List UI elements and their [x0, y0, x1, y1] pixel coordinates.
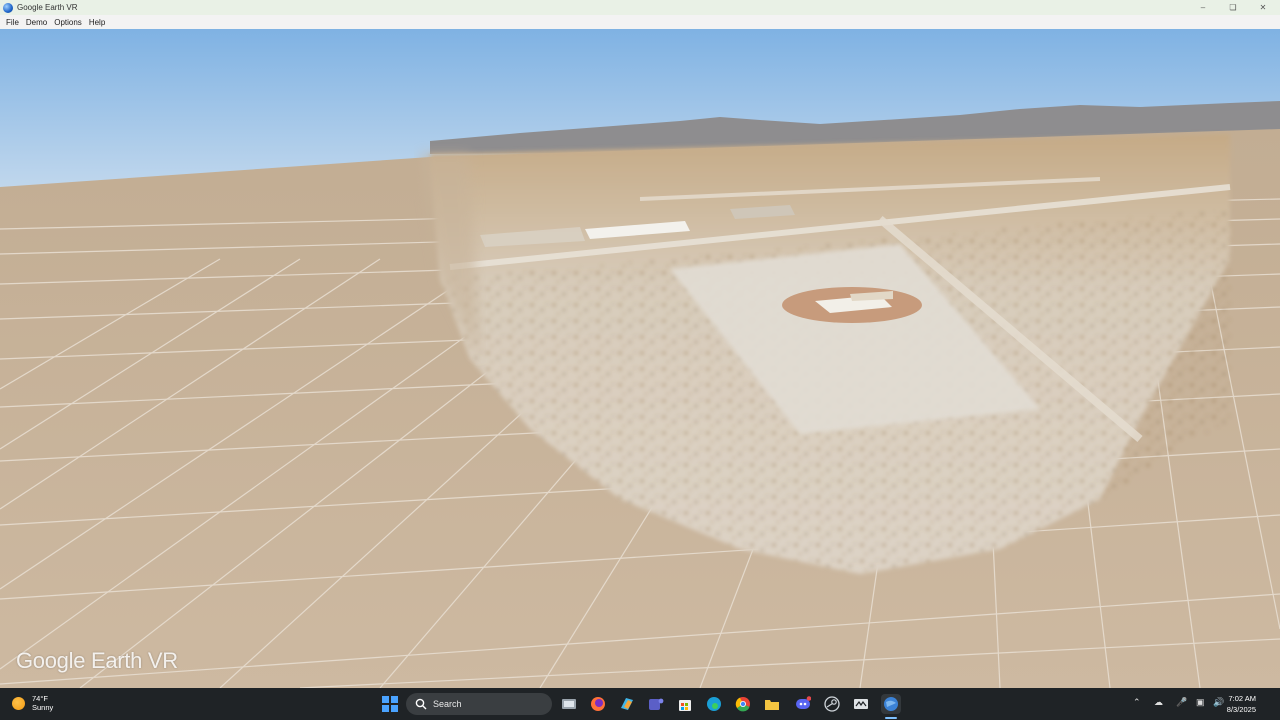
- network-icon[interactable]: ▣: [1196, 697, 1205, 708]
- search-icon: [415, 698, 427, 710]
- task-view-icon[interactable]: [559, 694, 579, 714]
- google-earth-vr-watermark: Google Earth VR: [16, 648, 178, 673]
- menu-file[interactable]: File: [5, 18, 20, 27]
- discord-icon[interactable]: [793, 694, 813, 714]
- google-earth-icon: [3, 2, 13, 13]
- taskbar-search[interactable]: Search: [406, 693, 552, 715]
- close-button[interactable]: ✕: [1248, 0, 1278, 15]
- onedrive-icon[interactable]: ☁: [1154, 697, 1163, 708]
- firefox-icon[interactable]: [588, 694, 608, 714]
- weather-temp: 74°F: [32, 694, 48, 703]
- vr-headset-icon[interactable]: [851, 694, 871, 714]
- file-explorer-icon[interactable]: [762, 694, 782, 714]
- menu-demo[interactable]: Demo: [25, 18, 48, 27]
- teams-icon[interactable]: [646, 694, 666, 714]
- edge-icon[interactable]: [704, 694, 724, 714]
- minimize-button[interactable]: –: [1188, 0, 1218, 15]
- chevron-up-icon[interactable]: ⌃: [1133, 697, 1141, 708]
- menu-options[interactable]: Options: [53, 18, 83, 27]
- weather-condition: Sunny: [32, 703, 54, 712]
- menu-bar: File Demo Options Help: [0, 15, 1280, 29]
- copilot-icon[interactable]: [617, 694, 637, 714]
- title-bar: Google Earth VR – ❏ ✕: [0, 0, 1280, 15]
- window-title: Google Earth VR: [17, 3, 78, 12]
- chrome-icon[interactable]: [733, 694, 753, 714]
- scene-canvas: [0, 29, 1280, 688]
- microphone-icon[interactable]: 🎤: [1176, 697, 1187, 708]
- maximize-button[interactable]: ❏: [1218, 0, 1248, 15]
- steam-icon[interactable]: [822, 694, 842, 714]
- clock-time: 7:02 AM: [1228, 694, 1256, 703]
- clock[interactable]: 7:02 AM 8/3/2025: [1227, 693, 1256, 715]
- menu-help[interactable]: Help: [88, 18, 106, 27]
- weather-widget[interactable]: 74°F Sunny: [12, 694, 53, 712]
- taskbar: 74°F Sunny Search ⌃ ☁ 🎤 ▣ 🔊 7:02 AM 8/3/…: [0, 688, 1280, 720]
- google-earth-taskbar-icon[interactable]: [881, 694, 901, 714]
- earth-viewport[interactable]: Google Earth VR: [0, 29, 1280, 688]
- search-label: Search: [433, 699, 462, 709]
- active-app-indicator: [885, 717, 897, 719]
- volume-icon[interactable]: 🔊: [1213, 697, 1224, 708]
- windows-start-icon[interactable]: [380, 694, 400, 714]
- sun-icon: [12, 696, 25, 710]
- clock-date: 8/3/2025: [1226, 705, 1256, 714]
- store-icon[interactable]: [675, 694, 695, 714]
